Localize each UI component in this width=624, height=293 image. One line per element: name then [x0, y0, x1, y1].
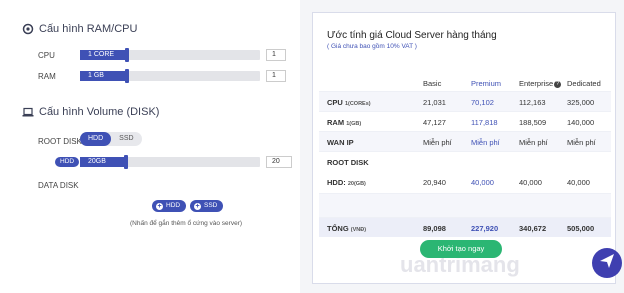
table-row: RAM 1(GB) 47,127 117,818 188,509 140,000: [319, 111, 611, 131]
estimate-subtitle: ( Giá chưa bao gồm 10% VAT ): [327, 43, 417, 50]
total-row: TỔNG (VNĐ) 89,098 227,920 340,672 505,00…: [319, 217, 611, 237]
row-unit: 1(GB): [346, 121, 362, 127]
estimate-title: Ước tính giá Cloud Server hàng tháng: [327, 30, 497, 41]
volume-title-text: Cấu hình Volume (DISK): [39, 106, 160, 118]
plus-icon: +: [156, 202, 163, 210]
ram-slider[interactable]: 1 GB: [80, 69, 260, 83]
cell-basic: 20,940: [423, 178, 446, 187]
ram-cpu-title: Cấu hình RAM/CPU: [22, 23, 137, 35]
plus-icon: +: [194, 202, 201, 210]
cpu-slider-value: 1 CORE: [80, 50, 125, 60]
disk-type-ssd[interactable]: SSD: [111, 132, 141, 146]
add-hdd-button[interactable]: + HDD: [152, 200, 187, 212]
cpu-slider-handle[interactable]: [125, 48, 129, 62]
table-row: ROOT DISK HDD: 20(GB) 20,940 40,000 40,0…: [319, 151, 611, 193]
total-dedicated: 505,000: [567, 224, 595, 233]
cell-basic: Miễn phí: [423, 138, 452, 147]
cell-premium: 70,102: [471, 98, 494, 107]
disk-slider[interactable]: 20GB: [80, 155, 260, 169]
cell-basic: 21,031: [423, 98, 446, 107]
add-ssd-button[interactable]: + SSD: [190, 200, 224, 212]
total-label-text: TỔNG: [327, 224, 349, 233]
disk-type-hdd[interactable]: HDD: [80, 132, 112, 146]
ram-label: RAM: [38, 72, 56, 81]
cell-dedicated: 140,000: [567, 118, 595, 127]
paper-plane-icon: [599, 253, 615, 274]
header-basic: Basic: [423, 79, 442, 88]
cell-premium: 117,818: [471, 118, 498, 127]
cell-dedicated: 40,000: [567, 178, 590, 187]
laptop-icon: [22, 106, 34, 118]
table-row: CPU 1(COREs) 21,031 70,102 112,163 325,0…: [319, 91, 611, 111]
ram-input[interactable]: 1: [266, 70, 286, 82]
header-enterprise: Enterprise?: [519, 79, 562, 88]
row-label: HDD: 20(GB): [327, 178, 366, 187]
cell-basic: 47,127: [423, 118, 446, 127]
volume-title: Cấu hình Volume (DISK): [22, 106, 159, 118]
total-unit: (VNĐ): [350, 227, 367, 233]
cpu-input[interactable]: 1: [266, 49, 286, 61]
header-enterprise-text: Enterprise: [519, 79, 554, 88]
create-now-button[interactable]: Khởi tạo ngay: [420, 240, 502, 258]
add-disk-hint: (Nhấn để gắn thêm ổ cứng vào server): [130, 220, 243, 227]
row-label: ROOT DISK: [327, 158, 369, 167]
gear-icon: [22, 23, 34, 35]
row-unit: 1(COREs): [344, 101, 371, 107]
row-label-text: HDD:: [327, 178, 346, 187]
cpu-label: CPU: [38, 51, 55, 60]
cell-premium: Miễn phí: [471, 138, 500, 147]
cell-dedicated: Miễn phí: [567, 138, 596, 147]
cell-enterprise: Miễn phí: [519, 138, 548, 147]
add-hdd-label: HDD: [166, 202, 181, 209]
row-label: WAN IP: [327, 138, 354, 147]
total-premium: 227,920: [471, 224, 499, 233]
question-icon[interactable]: ?: [554, 80, 562, 88]
row-label-text: CPU: [327, 98, 343, 107]
ram-slider-value: 1 GB: [80, 71, 125, 81]
cell-enterprise: 40,000: [519, 178, 542, 187]
disk-input[interactable]: 20: [266, 156, 292, 168]
disk-slider-value: 20GB: [80, 157, 124, 167]
total-label: TỔNG (VNĐ): [327, 224, 366, 233]
disk-tag: HDD: [55, 157, 80, 167]
row-label: RAM 1(GB): [327, 118, 361, 127]
total-enterprise: 340,672: [519, 224, 547, 233]
row-label: CPU 1(COREs): [327, 98, 371, 107]
disk-slider-handle[interactable]: [124, 155, 128, 169]
ram-slider-handle[interactable]: [125, 69, 129, 83]
data-disk-label: DATA DISK: [38, 181, 79, 190]
header-dedicated: Dedicated: [567, 79, 601, 88]
row-label-text: RAM: [327, 118, 345, 127]
table-row-spacer: [319, 193, 611, 217]
table-row: WAN IP Miễn phí Miễn phí Miễn phí Miễn p…: [319, 131, 611, 151]
send-fab[interactable]: [592, 248, 622, 278]
cell-enterprise: 112,163: [519, 98, 546, 107]
cell-enterprise: 188,509: [519, 118, 547, 127]
total-basic: 89,098: [423, 224, 446, 233]
ram-cpu-title-text: Cấu hình RAM/CPU: [39, 23, 138, 35]
config-panel: Cấu hình RAM/CPU CPU 1 CORE 1 RAM 1 GB 1…: [0, 0, 300, 293]
cell-premium: 40,000: [471, 178, 494, 187]
disk-type-toggle[interactable]: HDD SSD: [80, 132, 142, 146]
header-premium: Premium: [471, 79, 502, 88]
row-unit: 20(GB): [347, 181, 366, 187]
cpu-slider[interactable]: 1 CORE: [80, 48, 260, 62]
cell-dedicated: 325,000: [567, 98, 595, 107]
add-ssd-label: SSD: [204, 202, 218, 209]
root-disk-label: ROOT DISK: [38, 137, 82, 146]
